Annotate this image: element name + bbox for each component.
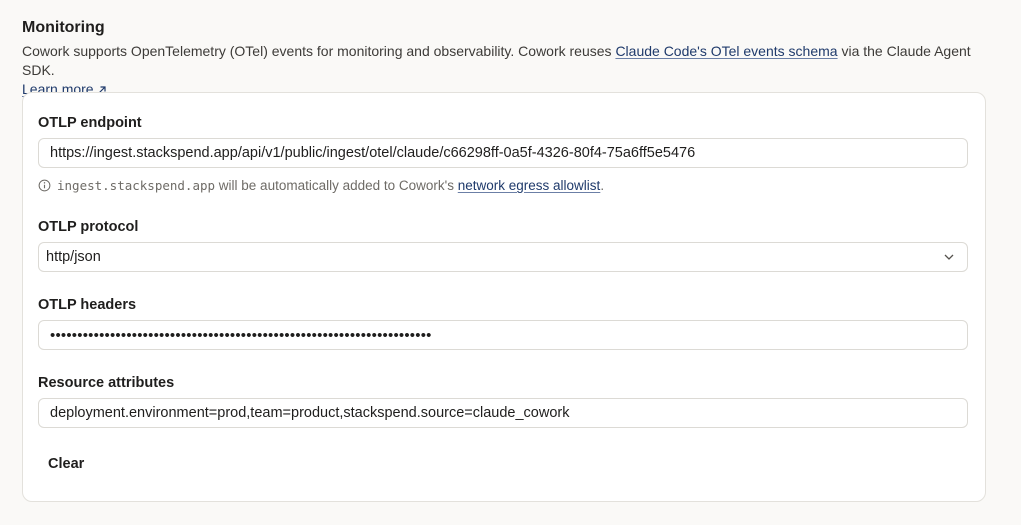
otlp-protocol-select[interactable]: http/json bbox=[38, 242, 968, 272]
otlp-protocol-value: http/json bbox=[46, 249, 101, 265]
section-description: Cowork supports OpenTelemetry (OTel) eve… bbox=[22, 42, 1002, 99]
otlp-headers-value: ••••••••••••••••••••••••••••••••••••••••… bbox=[50, 326, 432, 344]
section-title: Monitoring bbox=[22, 19, 105, 36]
otel-schema-link[interactable]: Claude Code's OTel events schema bbox=[615, 43, 837, 59]
resource-attributes-input[interactable]: deployment.environment=prod,team=product… bbox=[38, 398, 968, 428]
hint-text: will be automatically added to Cowork's bbox=[215, 178, 458, 193]
description-prefix: Cowork supports OpenTelemetry (OTel) eve… bbox=[22, 43, 616, 59]
otlp-headers-input[interactable]: ••••••••••••••••••••••••••••••••••••••••… bbox=[38, 320, 968, 350]
resource-attributes-value: deployment.environment=prod,team=product… bbox=[50, 405, 570, 421]
otlp-headers-label: OTLP headers bbox=[38, 297, 137, 313]
egress-allowlist-link[interactable]: network egress allowlist bbox=[458, 178, 601, 193]
monitoring-card: OTLP endpoint https://ingest.stackspend.… bbox=[22, 92, 986, 502]
otlp-endpoint-label: OTLP endpoint bbox=[38, 115, 142, 131]
resource-attributes-label: Resource attributes bbox=[38, 375, 175, 391]
otlp-endpoint-value: https://ingest.stackspend.app/api/v1/pub… bbox=[50, 145, 696, 161]
clear-button[interactable]: Clear bbox=[38, 454, 94, 474]
otlp-protocol-label: OTLP protocol bbox=[38, 219, 139, 235]
hint-host: ingest.stackspend.app bbox=[57, 178, 216, 193]
chevron-down-icon bbox=[944, 254, 954, 260]
endpoint-hint: ingest.stackspend.app will be automatica… bbox=[38, 178, 604, 193]
hint-end: . bbox=[600, 178, 605, 193]
info-icon bbox=[38, 179, 51, 192]
otlp-endpoint-input[interactable]: https://ingest.stackspend.app/api/v1/pub… bbox=[38, 138, 968, 168]
